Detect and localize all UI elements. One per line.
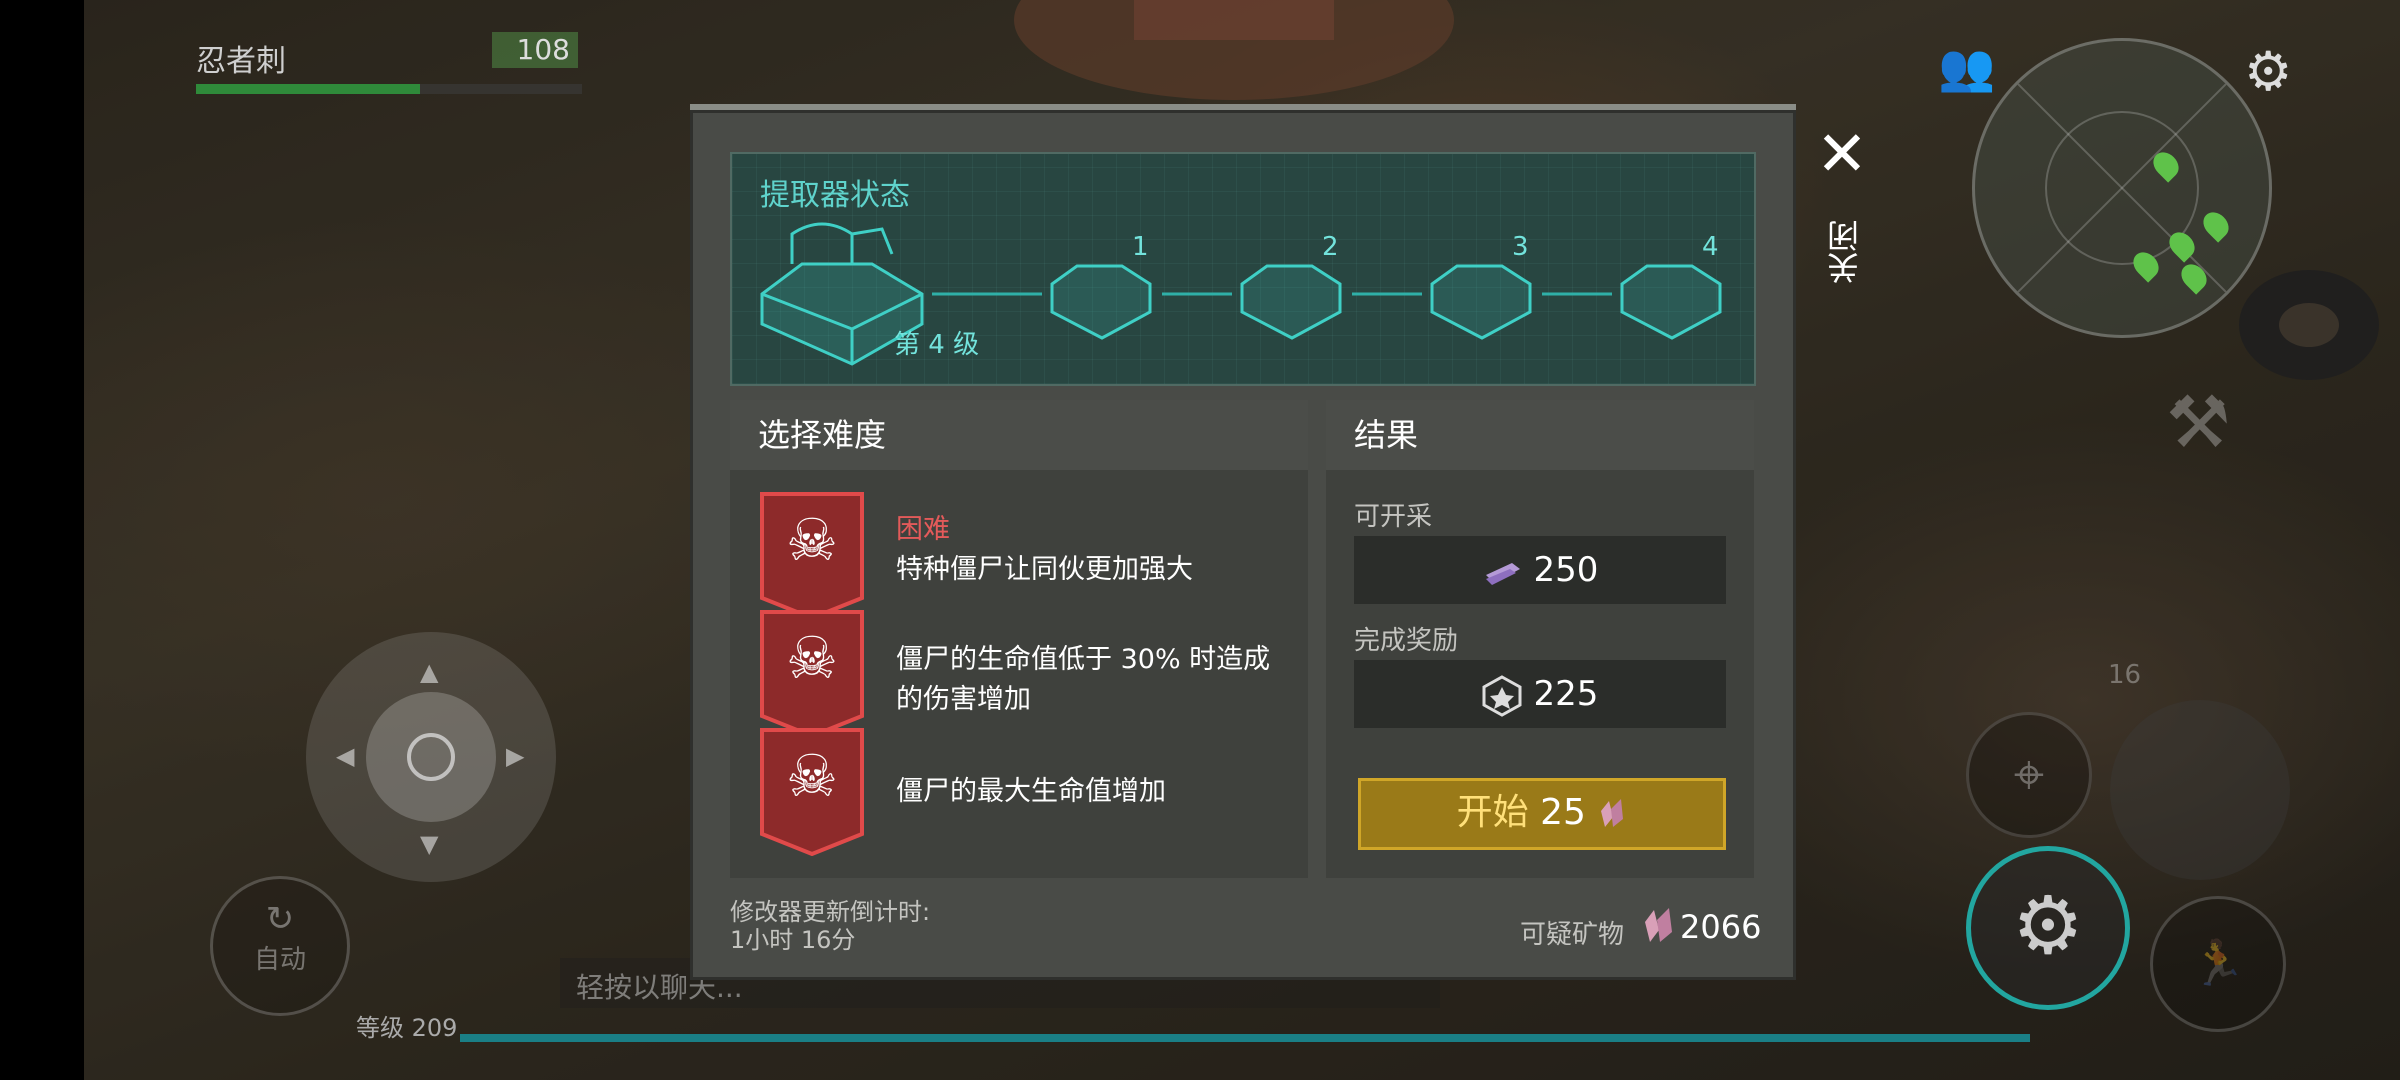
- tire-prop: [2239, 270, 2379, 380]
- modifier-badge[interactable]: ☠: [758, 726, 866, 856]
- stage-module-icons: [1050, 264, 1722, 340]
- minimap[interactable]: [1972, 38, 2272, 338]
- modifier-text: 僵尸的生命值低于 30% 时造成的伤害增加: [896, 640, 1286, 720]
- close-label[interactable]: 关闭: [1822, 220, 1868, 284]
- crystal-icon: [1645, 908, 1672, 942]
- modifier-description: 僵尸的最大生命值增加: [896, 776, 1166, 807]
- minable-value: 250: [1533, 550, 1599, 590]
- extractor-level-label: 第 4 级: [894, 330, 980, 360]
- modifier-description: 僵尸的生命值低于 30% 时造成的伤害增加: [896, 644, 1271, 715]
- player-level: 等级 209: [356, 1014, 458, 1042]
- movement-joystick[interactable]: ▲ ▼ ◀ ▶: [306, 632, 556, 882]
- friends-icon[interactable]: 👥: [1938, 40, 1995, 95]
- crafting-icon[interactable]: ⚒: [2166, 380, 2256, 470]
- pickaxe-count: 16: [2108, 660, 2142, 690]
- suspicious-ore-label: 可疑矿物: [1520, 920, 1625, 950]
- action-gear-icon[interactable]: ⚙: [1966, 846, 2130, 1010]
- timer-value: 1小时 16分: [730, 926, 856, 954]
- stage-module-3-icon: [1430, 264, 1532, 340]
- health-bar: [196, 84, 582, 94]
- auto-label: 自动: [253, 945, 306, 975]
- close-icon[interactable]: ✕: [1812, 123, 1872, 185]
- stage-number: 4: [1702, 232, 1719, 262]
- arrow-up-icon: ▲: [420, 658, 439, 686]
- start-cost: 25: [1540, 792, 1586, 833]
- result-header: 结果: [1326, 400, 1754, 470]
- stage-number: 1: [1132, 232, 1149, 262]
- result-panel: 结果 可开采 250 完成奖励 225 开始 25: [1326, 400, 1754, 878]
- extractor-stage-diagram: [760, 222, 1722, 366]
- extractor-dialog: 提取器状态 1 2 3 4 第 4 级 选择难度 ☠ 困难 特种僵尸让同伙更加强…: [690, 104, 1796, 980]
- skull-shield-icon: ☠: [786, 742, 838, 810]
- minimap-marker: [2198, 207, 2234, 243]
- xp-bar: [460, 1034, 2030, 1042]
- arrow-right-icon: ▶: [506, 742, 525, 770]
- health-bar-fill: [196, 84, 420, 94]
- auto-icon: ↻: [265, 899, 295, 939]
- extractor-status-panel: 提取器状态 1 2 3 4 第 4 级: [730, 152, 1756, 386]
- player-value-badge: 108: [492, 32, 578, 68]
- start-button[interactable]: 开始 25: [1358, 778, 1726, 850]
- modifier-text: 困难 特种僵尸让同伙更加强大: [896, 510, 1193, 590]
- machine-prop: [1014, 0, 1454, 100]
- ore-bar-icon: [1485, 562, 1520, 585]
- modifier-text: 僵尸的最大生命值增加: [896, 772, 1166, 812]
- arrow-left-icon: ◀: [336, 742, 355, 770]
- joystick-center-ring: [407, 733, 455, 781]
- reward-value-box: 225: [1354, 660, 1726, 728]
- modifier-badge[interactable]: ☠: [758, 490, 866, 620]
- sprint-icon[interactable]: 🏃: [2150, 896, 2286, 1032]
- stage-module-2-icon: [1240, 264, 1342, 340]
- settings-icon[interactable]: ⚙: [2244, 40, 2292, 103]
- modifier-badge[interactable]: ☠: [758, 608, 866, 738]
- auto-button[interactable]: ↻ 自动: [210, 876, 350, 1016]
- stage-module-1-icon: [1050, 264, 1152, 340]
- stage-number: 3: [1512, 232, 1529, 262]
- stage-number: 2: [1322, 232, 1339, 262]
- arrow-down-icon: ▼: [420, 830, 439, 858]
- reward-value: 225: [1533, 674, 1599, 714]
- difficulty-panel: 选择难度 ☠ 困难 特种僵尸让同伙更加强大 ☠ 僵尸的生命值低于 30% 时造成…: [730, 400, 1308, 878]
- weapon-slot[interactable]: [2110, 700, 2290, 880]
- difficulty-header: 选择难度: [730, 400, 1308, 470]
- timer-label: 修改器更新倒计时:: [730, 898, 931, 926]
- crystal-icon: [1601, 799, 1624, 827]
- minable-value-box: 250: [1354, 536, 1726, 604]
- reward-label: 完成奖励: [1354, 626, 1459, 656]
- suspicious-ore-value: 2066: [1680, 908, 1762, 946]
- modifier-timer: 修改器更新倒计时: 1小时 16分: [730, 898, 930, 954]
- skull-plus-icon: ☠: [786, 506, 838, 574]
- modifier-description: 特种僵尸让同伙更加强大: [896, 554, 1193, 585]
- aim-icon[interactable]: ⌖: [1966, 712, 2092, 838]
- reward-badge-icon: [1482, 674, 1522, 717]
- modifier-title: 困难: [896, 514, 950, 545]
- skull-burst-icon: ☠: [786, 624, 838, 692]
- player-name: 忍者刺: [196, 44, 286, 79]
- minable-label: 可开采: [1354, 502, 1433, 532]
- minimap-marker: [2176, 259, 2212, 295]
- xp-bar-fill: [460, 1034, 2030, 1042]
- start-label: 开始: [1456, 792, 1529, 833]
- stage-module-4-icon: [1620, 264, 1722, 340]
